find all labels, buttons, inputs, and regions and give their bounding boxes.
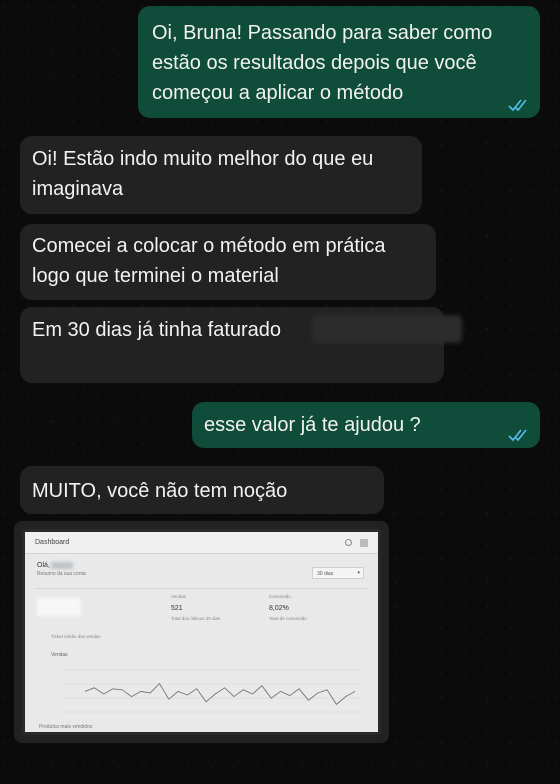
metric-conversion: Conversão 8,02% Taxa de conversão xyxy=(269,594,307,621)
divider xyxy=(35,588,368,589)
dashboard-photo: Dashboard Olá, Resumo da sua conta 30 di… xyxy=(22,529,381,735)
metric-sub: Taxa de conversão xyxy=(269,616,307,621)
message-text: Oi! Estão indo muito melhor do que eu im… xyxy=(32,148,374,200)
dashboard-topbar: Dashboard xyxy=(25,532,378,554)
message-bubble-outgoing[interactable]: esse valor já te ajudou ? xyxy=(192,402,540,448)
double-check-icon xyxy=(508,428,530,442)
message-text: Oi, Bruna! Passando para saber como estã… xyxy=(152,22,493,104)
metric-label: Vendas xyxy=(171,594,187,599)
dashboard-greeting: Olá, xyxy=(37,562,50,569)
sales-chart xyxy=(63,669,361,713)
metric-value: 8,02% xyxy=(269,605,289,612)
ticket-label: Ticket médio das vendas xyxy=(51,634,101,639)
message-bubble-incoming[interactable]: Comecei a colocar o método em prática lo… xyxy=(20,224,436,300)
redacted-value xyxy=(312,315,462,343)
double-check-icon xyxy=(508,98,530,112)
chart-line xyxy=(84,682,356,706)
chart-gridlines xyxy=(63,669,361,713)
message-bubble-outgoing[interactable]: Oi, Bruna! Passando para saber como estã… xyxy=(138,6,540,118)
metric-value: 521 xyxy=(171,605,183,612)
message-text: Comecei a colocar o método em prática lo… xyxy=(32,235,386,287)
redacted-name xyxy=(51,562,73,569)
metric-sales: Vendas 521 Total dos últimos 30 dias xyxy=(171,594,220,621)
avatar xyxy=(360,538,368,547)
message-bubble-incoming[interactable]: Em 30 dias já tinha faturado xyxy=(20,307,462,383)
message-text: esse valor já te ajudou ? xyxy=(204,414,421,436)
bottom-label: Produtos mais vendidos xyxy=(39,724,93,730)
message-bubble-incoming[interactable]: Oi! Estão indo muito melhor do que eu im… xyxy=(20,136,422,214)
date-range-select: 30 dias xyxy=(312,567,364,579)
message-text: MUITO, você não tem noção xyxy=(32,480,288,502)
dashboard-title: Dashboard xyxy=(35,539,70,546)
dashboard-greeting-sub: Resumo da sua conta xyxy=(37,571,86,577)
metric-label: Conversão xyxy=(269,594,291,599)
message-bubble-incoming[interactable]: MUITO, você não tem noção xyxy=(20,466,384,514)
redacted-revenue xyxy=(37,598,81,616)
search-icon xyxy=(345,539,352,546)
metric-sub: Total dos últimos 30 dias xyxy=(171,616,221,621)
image-attachment[interactable]: Dashboard Olá, Resumo da sua conta 30 di… xyxy=(14,521,389,743)
